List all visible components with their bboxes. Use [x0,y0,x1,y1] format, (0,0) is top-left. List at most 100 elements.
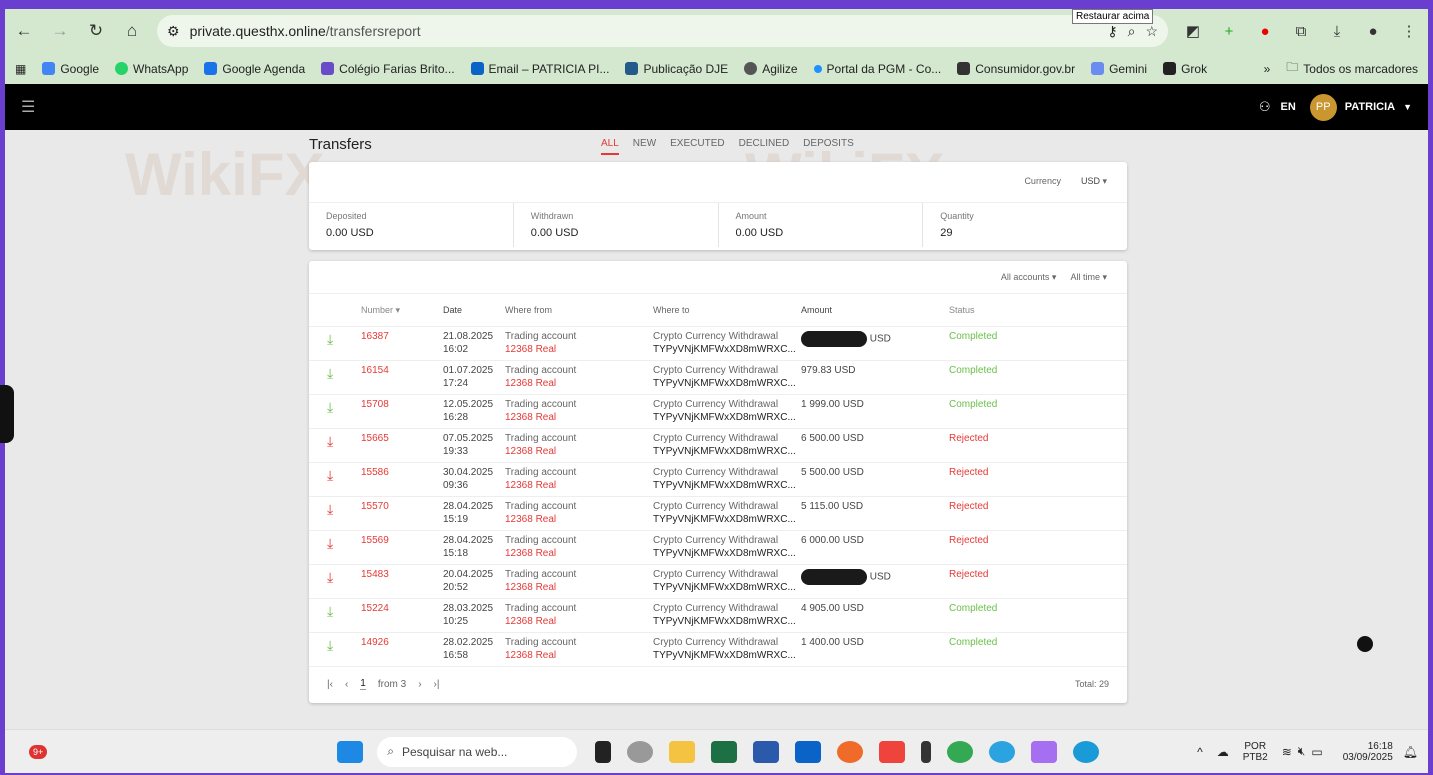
bookmark[interactable]: Email – PATRICIA PI... [470,62,609,76]
bookmark[interactable]: Portal da PGM - Co... [813,62,941,76]
volume-muted-icon[interactable]: 🔇︎ [1298,744,1306,759]
table-row[interactable]: ⤓ 15224 28.03.2025 10:25 Trading account 1236… [309,599,1127,633]
tab-new[interactable]: NEW [633,138,656,155]
back-icon[interactable]: ← [13,21,35,41]
telegram-icon[interactable] [989,740,1016,763]
transfer-number[interactable]: 15708 [361,399,443,410]
chrome-icon[interactable] [947,740,974,763]
wallet-address: TYPyVNjKMFWxXD8mWRXC... [653,548,796,559]
account-number: 12368 Real [505,582,557,593]
key-icon[interactable]: ⚷ [1107,23,1117,40]
clock-app-icon[interactable] [627,740,654,763]
input-language[interactable]: POR PTB2 [1243,741,1268,763]
notification-badge[interactable]: 9+ [29,744,48,759]
taskbar-search[interactable]: ⌕ Pesquisar na web... [377,736,578,767]
table-row[interactable]: ⤓ 15586 30.04.2025 09:36 Trading account 1236… [309,463,1127,497]
sort-number-header[interactable]: Number ▾ [361,305,443,316]
bookmark[interactable]: Grok [1163,62,1207,76]
zoom-icon[interactable]: ⌕ [1128,23,1136,40]
transfer-number[interactable]: 15483 [361,569,443,580]
download-icon[interactable]: ⤓ [1326,23,1348,40]
bookmark[interactable]: Publicação DJE [625,62,728,76]
bookmark[interactable]: Colégio Farias Brito... [321,61,455,76]
tab-executed[interactable]: EXECUTED [670,138,724,155]
side-handle[interactable] [0,385,14,443]
chevron-up-icon[interactable]: ^ [1197,745,1203,759]
bookmark[interactable]: Google [42,62,99,76]
battery-icon[interactable]: ▭ [1311,745,1322,759]
table-row[interactable]: ⤓ 14926 28.02.2025 16:58 Trading account 1236… [309,633,1127,667]
outlook-icon[interactable] [795,740,822,763]
tab-deposits[interactable]: DEPOSITS [803,138,854,155]
onedrive-icon[interactable]: ☁ [1217,745,1229,759]
start-icon[interactable] [337,740,364,763]
page-number[interactable]: 1 [360,678,366,690]
accounts-filter[interactable]: All accounts ▾ [1001,272,1057,283]
anydesk-icon[interactable] [879,740,906,763]
tab-all[interactable]: ALL [601,138,619,155]
table-row[interactable]: ⤓ 16387 21.08.2025 16:02 Trading account 1236… [309,327,1127,361]
first-page-icon[interactable]: |‹ [327,679,333,690]
notifications-icon[interactable]: 🔔︎ [1403,745,1418,759]
user-settings-icon[interactable]: ⚇ [1259,99,1271,115]
table-row[interactable]: ⤓ 15483 20.04.2025 20:52 Trading account 1236… [309,565,1127,599]
bookmark[interactable]: Agilize [744,62,798,76]
table-row[interactable]: ⤓ 15570 28.04.2025 15:19 Trading account 1236… [309,497,1127,531]
extension-icon[interactable]: ◩ [1182,22,1204,40]
tab-declined[interactable]: DECLINED [739,138,790,155]
reload-icon[interactable]: ↻ [85,21,107,41]
currency-select[interactable]: Currency USD ▾ [1024,176,1107,187]
address-bar[interactable]: ⚙ private.questhx.online/transfersreport… [157,15,1168,47]
bookmark-label: Google [60,61,100,76]
puzzle-icon[interactable]: ⧉ [1290,23,1312,40]
hamburger-menu-icon[interactable]: ☰ [21,97,35,117]
bookmark-label: Colégio Farias Brito... [339,61,455,76]
apps-icon[interactable]: ▦ [15,62,26,76]
excel-icon[interactable] [711,740,738,763]
transfer-number[interactable]: 15665 [361,433,443,444]
table-row[interactable]: ⤓ 15665 07.05.2025 19:33 Trading account 1236… [309,429,1127,463]
star-icon[interactable]: ☆ [1145,23,1158,40]
time-filter[interactable]: All time ▾ [1070,272,1107,283]
word-icon[interactable] [753,740,780,763]
bookmarks-overflow[interactable]: » [1264,62,1271,76]
perplexity-icon[interactable] [921,740,932,763]
opera-icon[interactable]: ● [1254,23,1276,40]
table-row[interactable]: ⤓ 15569 28.04.2025 15:18 Trading account 1236… [309,531,1127,565]
edge-icon[interactable] [1073,740,1100,763]
bookmark[interactable]: Google Agenda [204,62,305,76]
transfer-number[interactable]: 15570 [361,501,443,512]
home-icon[interactable]: ⌂ [121,21,143,41]
prev-page-icon[interactable]: ‹ [345,679,348,690]
stat-value: 0.00 USD [735,227,784,239]
copilot-icon[interactable] [1031,740,1058,763]
user-name[interactable]: PATRICIA [1345,101,1395,113]
profile-icon[interactable]: ● [1362,23,1384,40]
table-row[interactable]: ⤓ 16154 01.07.2025 17:24 Trading account 1236… [309,361,1127,395]
transfer-number[interactable]: 16387 [361,331,443,342]
bookmark[interactable]: Gemini [1091,62,1147,76]
language-selector[interactable]: EN [1280,101,1295,113]
file-explorer-icon[interactable] [669,740,696,763]
table-row[interactable]: ⤓ 15708 12.05.2025 16:28 Trading account 1236… [309,395,1127,429]
clock[interactable]: 16:18 03/09/2025 [1343,741,1393,763]
firefox-icon[interactable] [837,740,864,763]
next-page-icon[interactable]: › [418,679,421,690]
site-info-icon[interactable]: ⚙ [167,23,180,40]
transfer-number[interactable]: 15569 [361,535,443,546]
transfer-number[interactable]: 15586 [361,467,443,478]
wifi-icon[interactable]: ≋ [1282,745,1292,759]
forward-icon[interactable]: → [49,21,71,41]
transfer-number[interactable]: 16154 [361,365,443,376]
app-icon[interactable] [595,740,612,763]
avatar[interactable]: PP [1309,93,1337,121]
transfer-number[interactable]: 14926 [361,637,443,648]
chevron-down-icon[interactable]: ▼ [1403,102,1412,112]
bookmark[interactable]: WhatsApp [115,62,188,76]
menu-icon[interactable]: ⋮ [1398,22,1420,40]
all-bookmarks[interactable]: 🗀 Todos os marcadores [1286,58,1418,79]
last-page-icon[interactable]: ›| [434,679,440,690]
bookmark[interactable]: Consumidor.gov.br [957,62,1075,76]
transfer-number[interactable]: 15224 [361,603,443,614]
add-icon[interactable]: + [1218,23,1240,40]
